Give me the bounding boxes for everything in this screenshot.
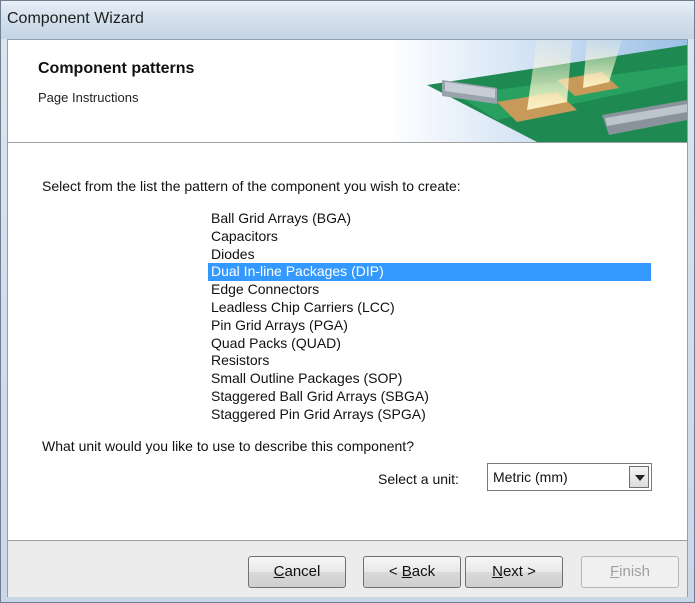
button-bar: Cancel < Back Next > Finish bbox=[8, 540, 687, 597]
list-item[interactable]: Pin Grid Arrays (PGA) bbox=[208, 317, 651, 335]
page-title: Component patterns bbox=[38, 60, 195, 77]
list-item[interactable]: Ball Grid Arrays (BGA) bbox=[208, 210, 651, 228]
component-wizard-window: Component Wizard Component patterns Page… bbox=[0, 0, 695, 603]
wizard-header: Component patterns Page Instructions bbox=[8, 40, 687, 143]
finish-button[interactable]: Finish bbox=[581, 556, 679, 588]
list-item[interactable]: Quad Packs (QUAD) bbox=[208, 335, 651, 353]
list-item[interactable]: Capacitors bbox=[208, 228, 651, 246]
list-item[interactable]: Resistors bbox=[208, 352, 651, 370]
pcb-banner-image bbox=[387, 40, 687, 142]
page-instructions: Page Instructions bbox=[38, 90, 139, 105]
dropdown-arrow-icon[interactable] bbox=[629, 466, 649, 488]
unit-select-label: Select a unit: bbox=[378, 471, 459, 487]
unit-select[interactable]: Metric (mm) bbox=[487, 463, 652, 491]
cancel-button[interactable]: Cancel bbox=[248, 556, 346, 588]
pattern-list[interactable]: Ball Grid Arrays (BGA) Capacitors Diodes… bbox=[208, 210, 651, 424]
unit-select-value: Metric (mm) bbox=[493, 469, 568, 485]
list-item[interactable]: Diodes bbox=[208, 246, 651, 264]
back-button[interactable]: < Back bbox=[363, 556, 461, 588]
next-button[interactable]: Next > bbox=[465, 556, 563, 588]
title-bar[interactable]: Component Wizard bbox=[1, 1, 694, 39]
unit-question: What unit would you like to use to descr… bbox=[42, 438, 414, 454]
wizard-body: Component patterns Page Instructions Sel… bbox=[7, 39, 688, 597]
list-item-selected[interactable]: Dual In-line Packages (DIP) bbox=[208, 263, 651, 282]
list-item[interactable]: Staggered Pin Grid Arrays (SPGA) bbox=[208, 406, 651, 424]
list-item[interactable]: Leadless Chip Carriers (LCC) bbox=[208, 299, 651, 317]
window-title: Component Wizard bbox=[7, 10, 144, 27]
list-item[interactable]: Staggered Ball Grid Arrays (SBGA) bbox=[208, 388, 651, 406]
pattern-prompt: Select from the list the pattern of the … bbox=[42, 178, 461, 194]
list-item[interactable]: Small Outline Packages (SOP) bbox=[208, 370, 651, 388]
list-item[interactable]: Edge Connectors bbox=[208, 281, 651, 299]
